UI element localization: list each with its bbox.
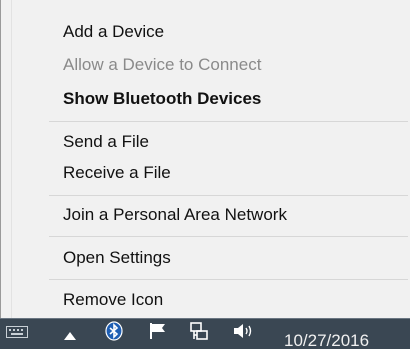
menu-item-send-file[interactable]: Send a File — [63, 132, 149, 152]
network-icon[interactable] — [188, 321, 210, 348]
menu-item-open-settings[interactable]: Open Settings — [63, 248, 171, 268]
bluetooth-icon[interactable] — [104, 321, 124, 346]
menu-item-allow-device-connect: Allow a Device to Connect — [63, 55, 262, 74]
taskbar-clock[interactable]: 10/27/2016 — [284, 331, 369, 351]
menu-item-join-pan[interactable]: Join a Personal Area Network — [63, 205, 287, 225]
menu-gutter — [11, 0, 12, 318]
menu-item-remove-icon[interactable]: Remove Icon — [63, 290, 163, 310]
menu-item-show-bluetooth-devices[interactable]: Show Bluetooth Devices — [63, 89, 261, 109]
taskbar-notification-area: 10/27/2016 — [0, 318, 410, 351]
show-hidden-icons-arrow[interactable] — [64, 327, 76, 345]
flag-icon[interactable] — [148, 321, 168, 346]
menu-item-add-device[interactable]: Add a Device — [63, 22, 164, 42]
bluetooth-context-menu: Add a Device Allow a Device to Connect S… — [0, 0, 410, 318]
volume-icon[interactable] — [232, 321, 258, 346]
menu-item-receive-file[interactable]: Receive a File — [63, 163, 171, 183]
keyboard-icon[interactable] — [6, 325, 28, 343]
menu-separator — [49, 236, 408, 237]
menu-separator — [49, 195, 408, 196]
menu-separator — [49, 279, 408, 280]
menu-separator — [49, 121, 408, 122]
